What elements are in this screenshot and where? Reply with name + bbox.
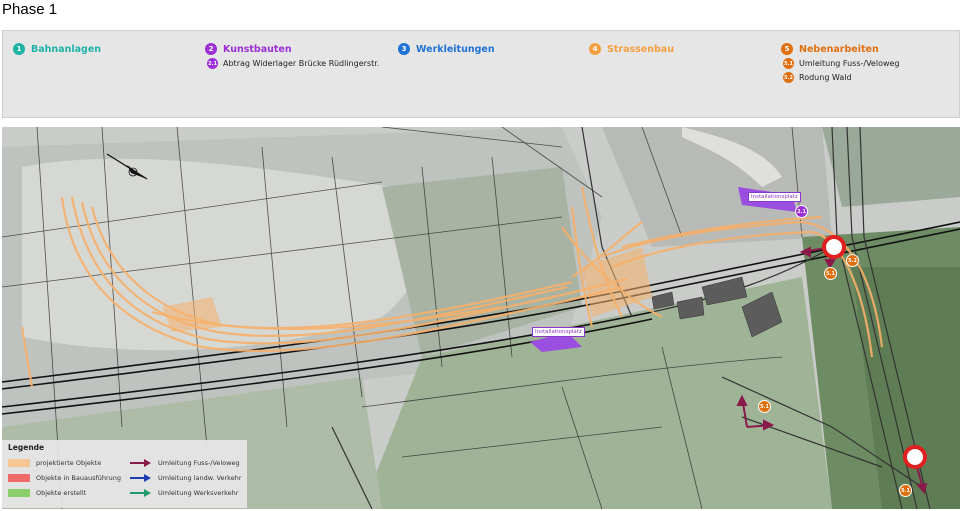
category-werkleitungen: 3 Werkleitungen: [398, 43, 495, 55]
legend-swatch: [8, 489, 30, 497]
legend-label: Umleitung Fuss-/Veloweg: [158, 459, 240, 467]
task-marker[interactable]: 5.1: [758, 400, 771, 413]
page-title: Phase 1: [2, 1, 58, 18]
subtask-label: Abtrag Widerlager Brücke Rüdlingerstr.: [223, 59, 380, 68]
category-nebenarbeiten: 5 Nebenarbeiten 5.1 Umleitung Fuss-/Velo…: [781, 43, 900, 83]
task-marker[interactable]: 5.2: [846, 254, 859, 267]
legend-swatch: [8, 474, 30, 482]
subtask-number-badge: 5.2: [783, 72, 794, 83]
legend-swatch: [8, 459, 30, 467]
subtask-label: Rodung Wald: [799, 73, 852, 82]
arrow-icon: [130, 474, 152, 482]
grass-area: [822, 127, 960, 207]
phase-task-panel: 1 Bahnanlagen 2 Kunstbauten 2.1 Abtrag W…: [2, 30, 960, 118]
legend-item: Umleitung Werksverkehr: [130, 489, 238, 497]
legend-item: Objekte in Bauausführung: [8, 474, 121, 482]
legend-label: Objekte in Bauausführung: [36, 474, 122, 482]
category-label: Bahnanlagen: [31, 43, 102, 55]
legend-item: projektierte Objekte: [8, 459, 101, 467]
legend-label: Umleitung Werksverkehr: [158, 489, 239, 497]
task-marker[interactable]: 5.1: [899, 484, 912, 497]
category-number-badge: 2: [205, 43, 217, 55]
legend-item: Objekte erstellt: [8, 489, 86, 497]
category-number-badge: 3: [398, 43, 410, 55]
map-legend: Legende projektierte Objekte Objekte in …: [2, 440, 247, 508]
category-bahnanlagen: 1 Bahnanlagen: [13, 43, 101, 55]
category-number-badge: 1: [13, 43, 25, 55]
legend-label: projektierte Objekte: [36, 459, 102, 467]
installation-label: Installationsplatz: [532, 327, 585, 337]
category-number-badge: 4: [589, 43, 601, 55]
legend-label: Umleitung landw. Verkehr: [158, 474, 242, 482]
legend-item: Umleitung landw. Verkehr: [130, 474, 242, 482]
category-kunstbauten: 2 Kunstbauten 2.1 Abtrag Widerlager Brüc…: [205, 43, 379, 69]
subtask-label: Umleitung Fuss-/Veloweg: [799, 59, 900, 68]
legend-item: Umleitung Fuss-/Veloweg: [130, 459, 240, 467]
legend-label: Objekte erstellt: [36, 489, 87, 497]
category-strassenbau: 4 Strassenbau: [589, 43, 674, 55]
category-number-badge: 5: [781, 43, 793, 55]
arrow-icon: [130, 459, 152, 467]
task-marker[interactable]: 5.1: [824, 267, 837, 280]
category-label: Werkleitungen: [416, 43, 495, 55]
subtask-number-badge: 5.1: [783, 58, 794, 69]
task-marker[interactable]: 2.1: [795, 205, 808, 218]
category-label: Kunstbauten: [223, 43, 292, 55]
category-label: Strassenbau: [607, 43, 674, 55]
installation-label: Installationsplatz: [748, 192, 801, 202]
legend-title: Legende: [8, 443, 45, 452]
subtask-number-badge: 2.1: [207, 58, 218, 69]
category-label: Nebenarbeiten: [799, 43, 879, 55]
arrow-icon: [130, 489, 152, 497]
